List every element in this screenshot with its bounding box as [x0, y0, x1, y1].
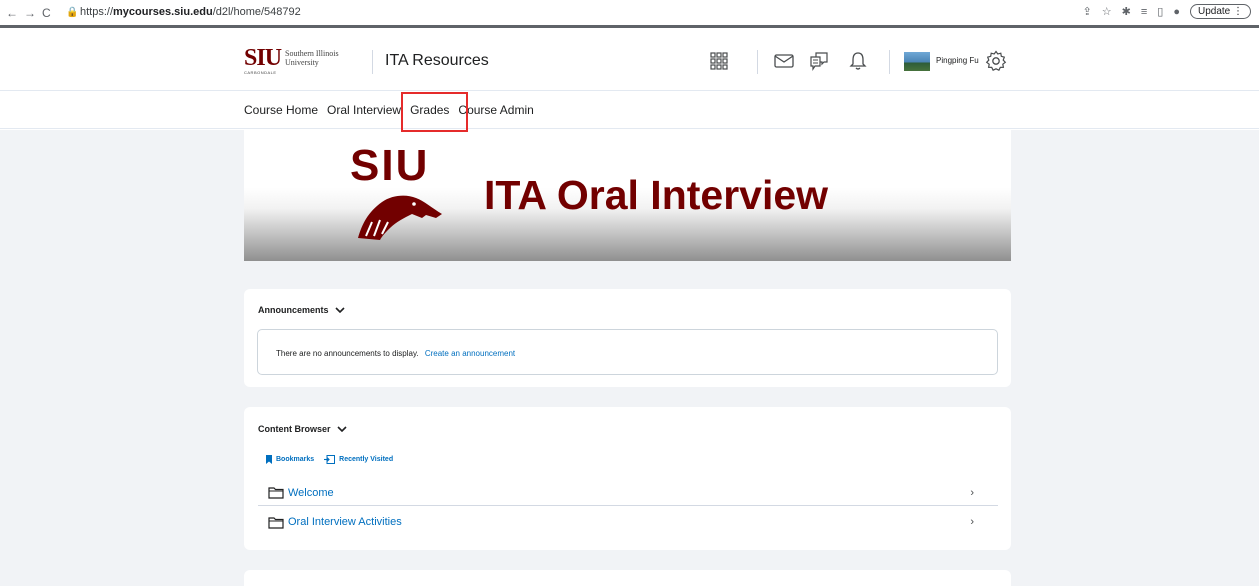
reading-list-icon[interactable]: ≡	[1141, 6, 1147, 18]
bell-icon	[849, 52, 867, 70]
recently-visited-label: Recently Visited	[339, 456, 394, 463]
chevron-down-icon	[334, 307, 345, 313]
share-icon[interactable]: ⇪	[1083, 5, 1092, 18]
navbar-items: Course Home Oral Interview Grades Course…	[244, 103, 534, 117]
reload-icon[interactable]: C	[42, 6, 51, 20]
siu-logo[interactable]: SIU Southern Illinois University CARBOND…	[244, 45, 339, 75]
messages-button[interactable]	[770, 47, 798, 75]
url-path: /d2l/home/548792	[212, 6, 301, 18]
chevron-down-icon	[336, 426, 347, 432]
update-button-label: Update	[1197, 6, 1231, 17]
update-button[interactable]: Update ⋮	[1189, 4, 1251, 19]
logo-university-text: Southern Illinois University	[285, 49, 339, 67]
course-selector-button[interactable]	[705, 47, 733, 75]
browser-tools: ⇪ ☆ ✱ ≡ ▯ ● Update ⋮	[1083, 4, 1251, 19]
nav-course-home[interactable]: Course Home	[244, 103, 318, 117]
star-icon[interactable]: ☆	[1102, 5, 1112, 18]
module-label: Welcome	[288, 486, 334, 499]
profile-icon[interactable]: ●	[1173, 6, 1180, 18]
announcements-empty-text: There are no announcements to display.	[276, 349, 419, 358]
logo-carbondale-text: CARBONDALE	[244, 70, 277, 75]
grid-icon	[710, 52, 728, 70]
header-divider	[757, 50, 758, 74]
saluki-icon	[358, 195, 442, 240]
bookmark-icon	[266, 455, 272, 464]
extensions-icon[interactable]: ✱	[1122, 5, 1131, 18]
recent-history-icon	[324, 455, 336, 464]
course-navbar: Course Home Oral Interview Grades Course…	[0, 91, 1259, 129]
lock-icon: 🔒	[66, 7, 79, 18]
header-divider	[372, 50, 373, 74]
module-row-welcome[interactable]: Welcome ›	[258, 480, 998, 506]
chevron-right-icon: ›	[970, 516, 974, 528]
nav-oral-interview[interactable]: Oral Interview	[327, 103, 401, 117]
announcements-widget: Announcements There are no announcements…	[244, 289, 1011, 387]
avatar[interactable]	[904, 52, 930, 71]
module-label: Oral Interview Activities	[288, 516, 402, 528]
content-browser-widget: Content Browser Bookmarks Recently Visit…	[244, 407, 1011, 550]
announcements-header[interactable]: Announcements	[258, 305, 345, 315]
url-domain: mycourses.siu.edu	[113, 6, 213, 18]
chat-bubbles-icon	[810, 52, 828, 71]
banner-title: ITA Oral Interview	[484, 172, 829, 218]
grades-highlight-box	[401, 92, 468, 132]
module-row-oral-interview-activities[interactable]: Oral Interview Activities ›	[258, 509, 998, 535]
sidebar-icon[interactable]: ▯	[1157, 5, 1163, 18]
announcements-empty-box: There are no announcements to display. C…	[257, 329, 998, 375]
announcements-title: Announcements	[258, 305, 329, 315]
content-browser-header[interactable]: Content Browser	[258, 424, 347, 434]
content-browser-links: Bookmarks Recently Visited	[266, 455, 393, 464]
nav-course-admin[interactable]: Course Admin	[458, 103, 533, 117]
bookmarks-link[interactable]: Bookmarks	[266, 455, 314, 464]
folder-icon	[268, 516, 284, 529]
forward-arrow-icon[interactable]: →	[24, 6, 36, 20]
course-header: SIU Southern Illinois University CARBOND…	[0, 31, 1259, 91]
browser-nav: ← → C	[6, 6, 51, 20]
gear-icon	[985, 50, 1007, 71]
course-banner: SIU ITA Oral Interview	[244, 130, 1011, 261]
folder-icon	[268, 487, 284, 499]
url-prefix: https://	[80, 6, 114, 18]
banner-siu-logo: SIU	[350, 141, 430, 190]
browser-toolbar: ← → C 🔒 https://mycourses.siu.edu/d2l/ho…	[0, 0, 1259, 28]
create-announcement-link[interactable]: Create an announcement	[425, 349, 515, 358]
address-bar[interactable]: https://mycourses.siu.edu/d2l/home/54879…	[80, 6, 301, 18]
bookmarks-label: Bookmarks	[276, 456, 315, 463]
logo-siu-text: SIU	[244, 45, 282, 71]
course-title[interactable]: ITA Resources	[385, 52, 489, 70]
settings-button[interactable]	[982, 47, 1010, 75]
envelope-icon	[774, 54, 794, 68]
notifications-button[interactable]	[844, 47, 872, 75]
content-browser-title: Content Browser	[258, 424, 331, 434]
next-widget	[244, 570, 1011, 586]
logo-sub-line2: University	[285, 58, 319, 67]
back-arrow-icon[interactable]: ←	[6, 6, 18, 20]
announcements-empty-message: There are no announcements to display. C…	[276, 349, 515, 358]
header-divider	[889, 50, 890, 74]
chevron-right-icon: ›	[970, 486, 974, 499]
discussions-button[interactable]	[805, 47, 833, 75]
recently-visited-link[interactable]: Recently Visited	[324, 455, 393, 464]
user-name[interactable]: Pingping Fu	[936, 56, 979, 65]
logo-sub-line1: Southern Illinois	[285, 49, 339, 58]
